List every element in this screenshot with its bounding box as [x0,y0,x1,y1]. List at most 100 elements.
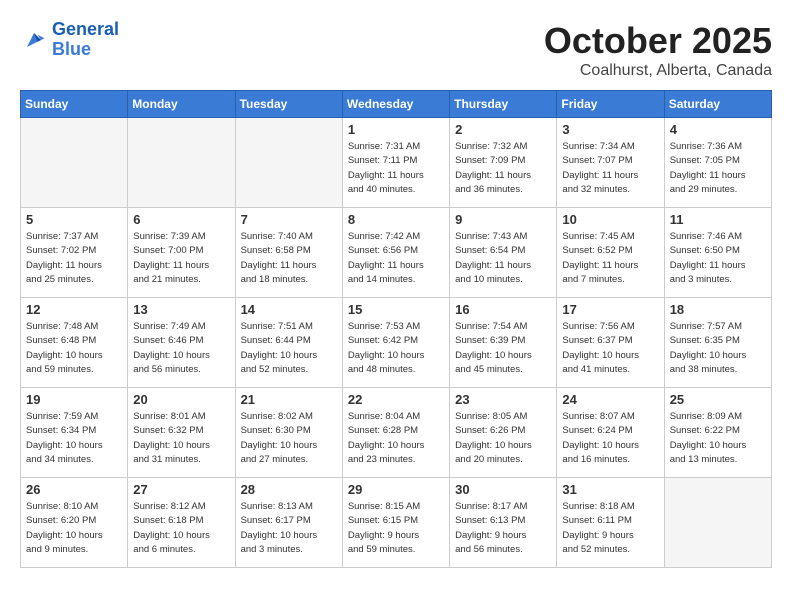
calendar-cell: 4Sunrise: 7:36 AM Sunset: 7:05 PM Daylig… [664,118,771,208]
week-row-4: 19 Sunrise: 7:59 AM Sunset: 6:34 PM Dayli… [21,388,772,478]
cell-info: Sunrise: 8:18 AM Sunset: 6:11 PM Dayligh… [562,500,658,557]
calendar-cell: 5 Sunrise: 7:37 AM Sunset: 7:02 PM Daylig… [21,208,128,298]
calendar-table: SundayMondayTuesdayWednesdayThursdayFrid… [20,90,772,568]
calendar-cell: 1 Sunrise: 7:31 AM Sunset: 7:11 PM Daylig… [342,118,449,208]
day-number: 8 [348,212,444,227]
calendar-cell: 15 Sunrise: 7:53 AM Sunset: 6:42 PM Dayli… [342,298,449,388]
calendar-cell: 21Sunrise: 8:02 AM Sunset: 6:30 PM Dayli… [235,388,342,478]
day-number: 26 [26,482,122,497]
cell-info: Sunrise: 8:09 AM Sunset: 6:22 PM Dayligh… [670,410,766,467]
weekday-header-saturday: Saturday [664,91,771,118]
cell-info: Sunrise: 7:46 AM Sunset: 6:50 PM Dayligh… [670,230,766,287]
day-number: 19 [26,392,122,407]
logo-line2: Blue [52,39,91,59]
calendar-cell: 25 Sunrise: 8:09 AM Sunset: 6:22 PM Dayli… [664,388,771,478]
day-number: 1 [348,122,444,137]
week-row-2: 5 Sunrise: 7:37 AM Sunset: 7:02 PM Daylig… [21,208,772,298]
day-number: 28 [241,482,337,497]
day-number: 24 [562,392,658,407]
cell-info: Sunrise: 8:13 AM Sunset: 6:17 PM Dayligh… [241,500,337,557]
cell-info: Sunrise: 7:53 AM Sunset: 6:42 PM Dayligh… [348,320,444,377]
calendar-cell: 9 Sunrise: 7:43 AM Sunset: 6:54 PM Daylig… [450,208,557,298]
calendar-cell: 24 Sunrise: 8:07 AM Sunset: 6:24 PM Dayli… [557,388,664,478]
day-number: 6 [133,212,229,227]
logo-icon [20,26,48,54]
logo: General Blue [20,20,119,60]
calendar-cell: 31Sunrise: 8:18 AM Sunset: 6:11 PM Dayli… [557,478,664,568]
day-number: 10 [562,212,658,227]
calendar-cell [128,118,235,208]
day-number: 3 [562,122,658,137]
calendar-cell: 3 Sunrise: 7:34 AM Sunset: 7:07 PM Daylig… [557,118,664,208]
weekday-header-thursday: Thursday [450,91,557,118]
day-number: 9 [455,212,551,227]
cell-info: Sunrise: 7:49 AM Sunset: 6:46 PM Dayligh… [133,320,229,377]
day-number: 7 [241,212,337,227]
cell-info: Sunrise: 8:05 AM Sunset: 6:26 PM Dayligh… [455,410,551,467]
calendar-cell: 26 Sunrise: 8:10 AM Sunset: 6:20 PM Dayli… [21,478,128,568]
cell-info: Sunrise: 8:07 AM Sunset: 6:24 PM Dayligh… [562,410,658,467]
calendar-cell: 12Sunrise: 7:48 AM Sunset: 6:48 PM Dayli… [21,298,128,388]
calendar-cell: 2Sunrise: 7:32 AM Sunset: 7:09 PM Daylig… [450,118,557,208]
location: Coalhurst, Alberta, Canada [544,62,772,80]
calendar-cell [664,478,771,568]
title-block: October 2025 Coalhurst, Alberta, Canada [544,20,772,80]
calendar-cell: 10 Sunrise: 7:45 AM Sunset: 6:52 PM Dayli… [557,208,664,298]
cell-info: Sunrise: 8:01 AM Sunset: 6:32 PM Dayligh… [133,410,229,467]
calendar-cell: 8Sunrise: 7:42 AM Sunset: 6:56 PM Daylig… [342,208,449,298]
logo-line1: General [52,19,119,39]
week-row-5: 26 Sunrise: 8:10 AM Sunset: 6:20 PM Dayli… [21,478,772,568]
calendar-cell [235,118,342,208]
day-number: 23 [455,392,551,407]
day-number: 30 [455,482,551,497]
weekday-header-row: SundayMondayTuesdayWednesdayThursdayFrid… [21,91,772,118]
weekday-header-tuesday: Tuesday [235,91,342,118]
day-number: 20 [133,392,229,407]
cell-info: Sunrise: 7:39 AM Sunset: 7:00 PM Dayligh… [133,230,229,287]
day-number: 15 [348,302,444,317]
calendar-cell: 7Sunrise: 7:40 AM Sunset: 6:58 PM Daylig… [235,208,342,298]
calendar-cell: 20 Sunrise: 8:01 AM Sunset: 6:32 PM Dayli… [128,388,235,478]
calendar-cell: 28 Sunrise: 8:13 AM Sunset: 6:17 PM Dayli… [235,478,342,568]
weekday-header-friday: Friday [557,91,664,118]
calendar-cell: 18 Sunrise: 7:57 AM Sunset: 6:35 PM Dayli… [664,298,771,388]
day-number: 17 [562,302,658,317]
day-number: 5 [26,212,122,227]
calendar-cell: 30Sunrise: 8:17 AM Sunset: 6:13 PM Dayli… [450,478,557,568]
day-number: 21 [241,392,337,407]
cell-info: Sunrise: 7:32 AM Sunset: 7:09 PM Dayligh… [455,140,551,197]
day-number: 13 [133,302,229,317]
calendar-cell: 22Sunrise: 8:04 AM Sunset: 6:28 PM Dayli… [342,388,449,478]
weekday-header-monday: Monday [128,91,235,118]
cell-info: Sunrise: 7:54 AM Sunset: 6:39 PM Dayligh… [455,320,551,377]
cell-info: Sunrise: 8:10 AM Sunset: 6:20 PM Dayligh… [26,500,122,557]
calendar-cell: 13 Sunrise: 7:49 AM Sunset: 6:46 PM Dayli… [128,298,235,388]
calendar-cell: 27Sunrise: 8:12 AM Sunset: 6:18 PM Dayli… [128,478,235,568]
cell-info: Sunrise: 7:56 AM Sunset: 6:37 PM Dayligh… [562,320,658,377]
cell-info: Sunrise: 7:45 AM Sunset: 6:52 PM Dayligh… [562,230,658,287]
calendar-cell: 16Sunrise: 7:54 AM Sunset: 6:39 PM Dayli… [450,298,557,388]
day-number: 22 [348,392,444,407]
cell-info: Sunrise: 7:37 AM Sunset: 7:02 PM Dayligh… [26,230,122,287]
day-number: 11 [670,212,766,227]
cell-info: Sunrise: 7:34 AM Sunset: 7:07 PM Dayligh… [562,140,658,197]
calendar-cell: 19 Sunrise: 7:59 AM Sunset: 6:34 PM Dayli… [21,388,128,478]
day-number: 18 [670,302,766,317]
day-number: 12 [26,302,122,317]
calendar-cell: 29Sunrise: 8:15 AM Sunset: 6:15 PM Dayli… [342,478,449,568]
calendar-cell [21,118,128,208]
calendar-cell: 11 Sunrise: 7:46 AM Sunset: 6:50 PM Dayli… [664,208,771,298]
cell-info: Sunrise: 7:43 AM Sunset: 6:54 PM Dayligh… [455,230,551,287]
week-row-3: 12Sunrise: 7:48 AM Sunset: 6:48 PM Dayli… [21,298,772,388]
day-number: 29 [348,482,444,497]
cell-info: Sunrise: 7:59 AM Sunset: 6:34 PM Dayligh… [26,410,122,467]
day-number: 25 [670,392,766,407]
cell-info: Sunrise: 7:31 AM Sunset: 7:11 PM Dayligh… [348,140,444,197]
calendar-cell: 14Sunrise: 7:51 AM Sunset: 6:44 PM Dayli… [235,298,342,388]
cell-info: Sunrise: 7:51 AM Sunset: 6:44 PM Dayligh… [241,320,337,377]
weekday-header-sunday: Sunday [21,91,128,118]
cell-info: Sunrise: 7:57 AM Sunset: 6:35 PM Dayligh… [670,320,766,377]
logo-text: General Blue [52,20,119,60]
month-title: October 2025 [544,20,772,62]
cell-info: Sunrise: 8:12 AM Sunset: 6:18 PM Dayligh… [133,500,229,557]
